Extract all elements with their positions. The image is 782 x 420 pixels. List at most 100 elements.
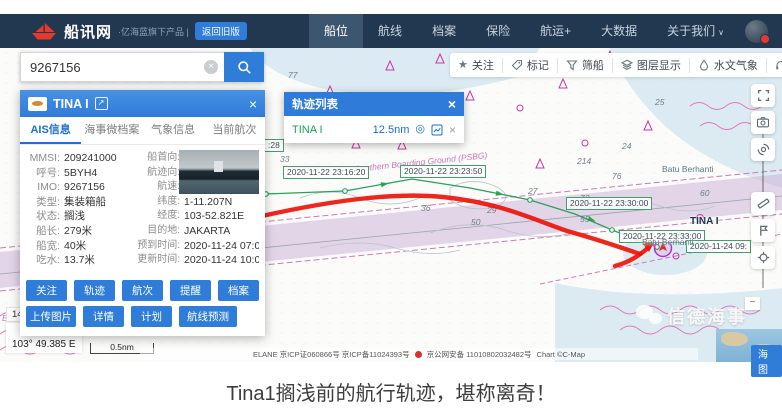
field-label: 航速:: [134, 180, 180, 195]
search-button[interactable]: [224, 52, 264, 82]
nav-item-archives[interactable]: 档案: [417, 14, 471, 48]
field-value: 2020-11-24 10:08:30: [180, 253, 259, 268]
nav-item-about-us[interactable]: 关于我们∨: [652, 14, 739, 48]
star-icon: ★: [458, 60, 468, 71]
nav-item-routes[interactable]: 航线: [363, 14, 417, 48]
tab-current-voyage[interactable]: 当前航次: [204, 117, 265, 144]
search-icon: [237, 60, 252, 75]
place-label-batu-berhanti: Batu Berhanti: [642, 237, 694, 247]
route-forecast-button[interactable]: 航线预测: [179, 306, 237, 327]
chart-copyright-text: Chart ©C-Map: [537, 350, 585, 359]
brand-suffix: ·亿海蓝旗下产品 |: [118, 25, 189, 38]
field-value: 搁浅: [60, 209, 134, 224]
voyage-button[interactable]: 航次: [122, 280, 163, 301]
brand[interactable]: 船讯网 ·亿海蓝旗下产品 | 返回旧版: [30, 21, 247, 42]
typhoon-button[interactable]: [751, 138, 775, 161]
field-label: 呼号:: [26, 166, 60, 181]
upload-photo-button[interactable]: 上传图片: [26, 306, 76, 327]
tag-icon: [511, 59, 523, 71]
toolbar-follow[interactable]: ★关注: [450, 58, 502, 73]
toolbar-layers[interactable]: 图层显示: [612, 58, 689, 73]
clear-search-icon[interactable]: ×: [204, 60, 218, 74]
field-value: 5BYH4: [60, 166, 134, 181]
search-input[interactable]: [20, 52, 224, 82]
archive-button[interactable]: 档案: [218, 280, 259, 301]
brand-name: 船讯网: [64, 21, 112, 42]
ship-info-tabs: AIS信息 海事微档案 气象信息 当前航次: [20, 117, 265, 145]
ship-action-buttons: 关注 轨迹 航次 提醒 档案 上传图片 详情 计划 航线预测: [20, 272, 265, 336]
plan-button[interactable]: 计划: [131, 306, 172, 327]
svg-text:27: 27: [527, 186, 538, 196]
external-link-icon[interactable]: ↗: [95, 97, 108, 110]
field-label: 类型:: [26, 195, 60, 210]
track-timestamp-label: :28: [264, 139, 284, 152]
svg-text:24: 24: [621, 141, 632, 151]
fullscreen-button[interactable]: [751, 84, 775, 107]
svg-text:77: 77: [288, 70, 298, 80]
close-icon[interactable]: ×: [249, 97, 257, 111]
svg-text:50: 50: [471, 217, 481, 227]
main-nav: 船位 航线 档案 保险 航运+ 大数据 关于我们∨: [309, 14, 739, 48]
delete-track-icon[interactable]: ×: [449, 124, 456, 136]
map-toolbar: ★关注 标记 筛船 图层显示 水文气象 服务台 ☰菜单: [450, 53, 782, 77]
tab-maritime-archive[interactable]: 海事微档案: [81, 117, 142, 144]
remind-button[interactable]: 提醒: [170, 280, 211, 301]
track-button[interactable]: 轨迹: [74, 280, 115, 301]
field-value: 209241000: [60, 151, 134, 166]
map-attribution-bar: ELANE 京ICP证060866号 京ICP备11024393号 京公网安备 …: [140, 348, 698, 360]
nav-item-big-data[interactable]: 大数据: [586, 14, 652, 48]
field-value: 103-52.821E: [180, 209, 244, 224]
track-list-panel: 轨迹列表 × TINA I 12.5nm ◎ ×: [284, 92, 464, 143]
field-label: 经度:: [134, 209, 180, 224]
camera-icon: [756, 116, 770, 129]
details-button[interactable]: 详情: [83, 306, 124, 327]
user-avatar[interactable]: [745, 20, 768, 43]
chevron-down-icon: ∨: [718, 28, 724, 37]
nav-item-shipping-plus[interactable]: 航运+: [525, 14, 586, 48]
field-label: 吃水:: [26, 253, 60, 268]
svg-text:33: 33: [280, 154, 290, 164]
field-label: 预到时间:: [134, 239, 180, 254]
toolbar-hydro-weather[interactable]: 水文气象: [689, 58, 766, 73]
track-ship-name[interactable]: TINA I: [292, 124, 367, 136]
locate-icon[interactable]: ◎: [415, 124, 425, 135]
screenshot-button[interactable]: [751, 111, 775, 134]
field-label: 船宽:: [26, 239, 60, 254]
track-list-item: TINA I 12.5nm ◎ ×: [284, 116, 464, 143]
caption-bar: Tina1搁浅前的航行轨迹，堪称离奇！: [0, 362, 782, 420]
svg-text:25: 25: [654, 97, 665, 107]
longitude-value: 103° 49.385 E: [12, 338, 76, 351]
field-value: 集装箱船: [60, 195, 134, 210]
back-to-old-version-button[interactable]: 返回旧版: [195, 22, 247, 40]
toolbar-mark[interactable]: 标记: [502, 58, 557, 73]
field-value: 2020-11-24 07:00:00: [180, 239, 259, 254]
ship-photo[interactable]: [179, 150, 259, 194]
watermark-text: 信德海事: [667, 303, 747, 329]
track-timestamp-label: 2020-11-22 23:16:20: [283, 166, 369, 179]
fullscreen-icon: [757, 89, 770, 102]
measure-distance-button[interactable]: [751, 192, 775, 215]
toolbar-filter-ships[interactable]: 筛船: [557, 58, 612, 73]
public-security-text: 京公网安备 11010802032482号: [427, 349, 532, 360]
icp-license-text: ELANE 京ICP证060866号 京ICP备11024393号: [253, 349, 410, 360]
minimap-collapse-button[interactable]: −: [745, 297, 760, 310]
field-label: IMO:: [26, 180, 60, 195]
nav-item-insurance[interactable]: 保险: [471, 14, 525, 48]
tab-ais-info[interactable]: AIS信息: [20, 117, 81, 144]
flag-marker-button[interactable]: [751, 219, 775, 242]
track-timestamp-label: 2020-11-22 23:23:50: [400, 165, 486, 178]
field-label: 状态:: [26, 209, 60, 224]
tab-weather-info[interactable]: 气象信息: [143, 117, 204, 144]
close-icon[interactable]: ×: [448, 97, 456, 111]
nav-item-ship-position[interactable]: 船位: [309, 14, 363, 48]
ruler-icon: [757, 197, 770, 210]
toolbar-service-desk[interactable]: 服务台: [766, 58, 782, 73]
speed-chart-icon[interactable]: [431, 124, 443, 136]
caption-text: Tina1搁浅前的航行轨迹，堪称离奇！: [226, 377, 555, 406]
locate-position-button[interactable]: [751, 246, 775, 269]
chart-mode-button[interactable]: 海图: [751, 345, 782, 377]
track-list-title: 轨迹列表: [292, 96, 338, 112]
svg-text:214: 214: [576, 156, 591, 166]
follow-button[interactable]: 关注: [26, 280, 67, 301]
field-label: 纬度:: [134, 195, 180, 210]
